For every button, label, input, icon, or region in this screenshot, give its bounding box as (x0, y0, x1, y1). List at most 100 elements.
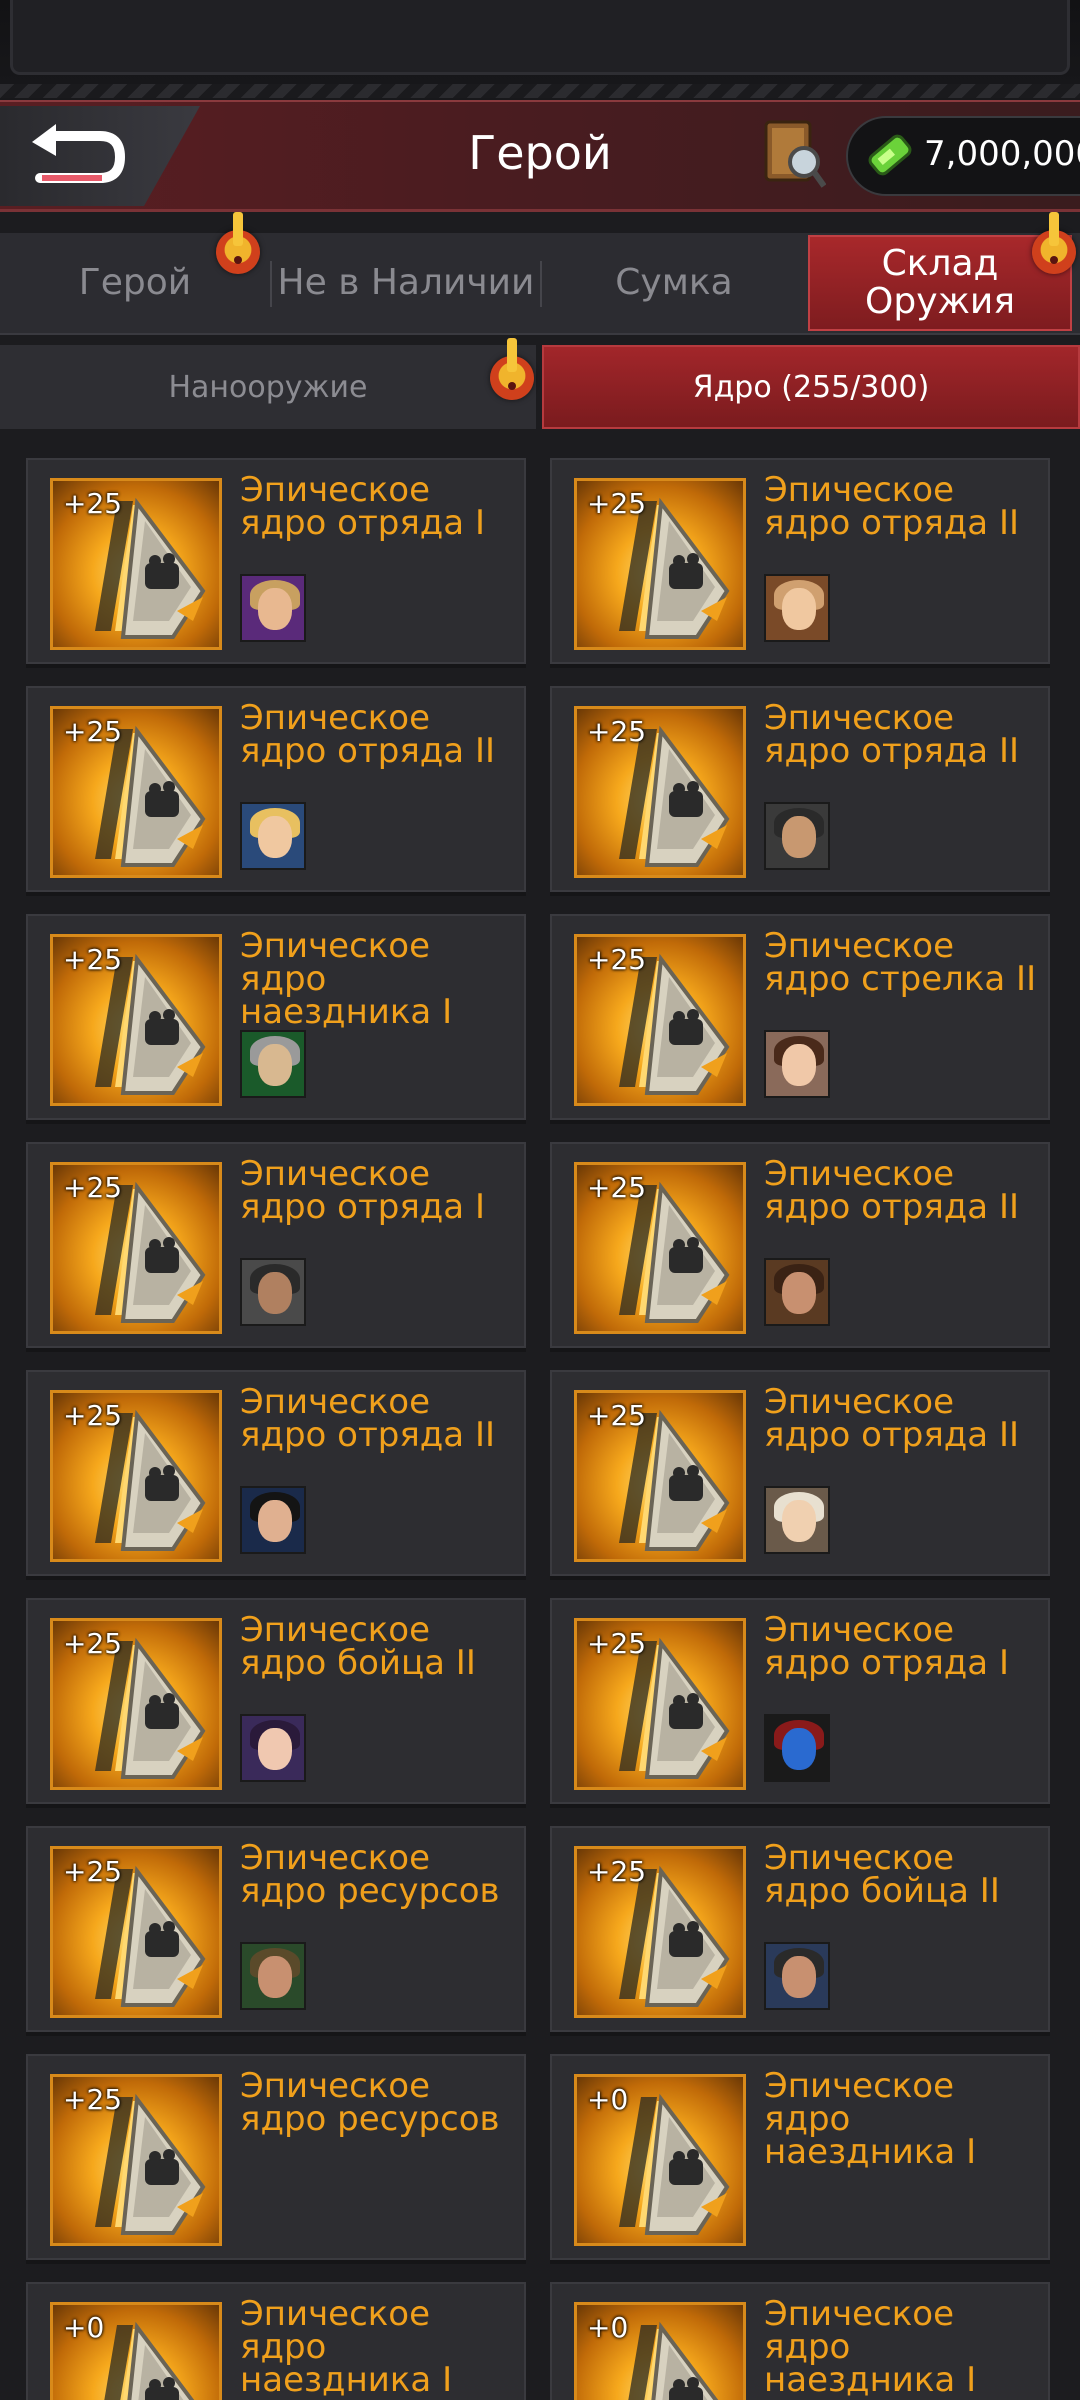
core-level: +25 (63, 1855, 123, 1888)
hero-manual-icon[interactable] (762, 118, 827, 190)
fighter-core-icon: +25 (574, 1846, 746, 2018)
subtab-core[interactable]: Ядро (255/300) (542, 345, 1080, 429)
core-card[interactable]: +0 Эпическое ядро наездника I (26, 2282, 526, 2400)
header-bar: Герой 7,000,000 (0, 100, 1080, 212)
core-level: +25 (63, 1627, 123, 1660)
core-level: +25 (63, 1399, 123, 1432)
core-card[interactable]: +25 Эпическое ядро отряда II (26, 686, 526, 892)
male-hero-avatar-sunglasses[interactable] (764, 802, 830, 870)
core-card[interactable]: +25 Эпическое ядро наездника I (26, 914, 526, 1120)
alert-icon (490, 338, 534, 400)
core-level: +0 (587, 2083, 629, 2116)
core-name: Эпическое ядро отряда II (764, 470, 1019, 543)
core-name: Эпическое ядро бойца II (764, 1838, 1000, 1911)
page-title: Герой (468, 126, 612, 180)
core-name: Эпическое ядро ресурсов (240, 2066, 500, 2139)
core-card[interactable]: +25 Эпическое ядро бойца II (550, 1826, 1050, 2032)
core-level: +25 (63, 487, 123, 520)
core-card[interactable]: +25 Эпическое ядро отряда I (26, 1142, 526, 1348)
back-button[interactable] (0, 106, 200, 206)
core-card[interactable]: +25 Эпическое ядро ресурсов (26, 1826, 526, 2032)
core-level: +25 (63, 715, 123, 748)
squad-core-icon: +25 (574, 1618, 746, 1790)
tab-not-available[interactable]: Не в Наличии (272, 233, 540, 333)
core-card[interactable]: +25 Эпическое ядро бойца II (26, 1598, 526, 1804)
female-hero-avatar-platinum[interactable] (764, 1486, 830, 1554)
core-name: Эпическое ядро отряда II (764, 1154, 1019, 1227)
alert-icon (1032, 212, 1076, 274)
core-name: Эпическое ядро отряда II (764, 698, 1019, 771)
squad-core-icon: +25 (574, 706, 746, 878)
fighter-core-icon: +25 (50, 1618, 222, 1790)
resource-core-icon: +25 (50, 2074, 222, 2246)
core-card[interactable]: +25 Эпическое ядро отряда I (26, 458, 526, 664)
core-name: Эпическое ядро отряда I (240, 1154, 485, 1227)
green-crystal-icon (858, 126, 918, 186)
core-card[interactable]: +25 Эпическое ядро отряда II (550, 1370, 1050, 1576)
female-hero-avatar-purple[interactable] (240, 574, 306, 642)
core-name: Эпическое ядро отряда I (764, 1610, 1009, 1683)
core-card[interactable]: +25 Эпическое ядро стрелка II (550, 914, 1050, 1120)
male-hero-avatar-dark-hair[interactable] (240, 1486, 306, 1554)
core-level: +25 (587, 715, 647, 748)
squad-core-icon: +25 (50, 1162, 222, 1334)
female-hero-avatar-cowboy-hat[interactable] (764, 574, 830, 642)
core-name: Эпическое ядро наездника I (240, 926, 453, 1032)
main-tabs: Герой Не в Наличии Сумка Склад Оружия (0, 233, 1080, 335)
alert-icon (216, 212, 260, 274)
core-level: +25 (63, 2083, 123, 2116)
core-name: Эпическое ядро наездника I (240, 2294, 453, 2400)
core-level: +25 (587, 943, 647, 976)
squad-core-icon: +25 (574, 478, 746, 650)
squad-core-icon: +25 (574, 1390, 746, 1562)
core-level: +25 (63, 1171, 123, 1204)
core-card[interactable]: +0 Эпическое ядро наездника I (550, 2282, 1050, 2400)
core-grid: +25 Эпическое ядро отряда I +25 Эпическое я… (0, 440, 1080, 2400)
core-level: +25 (587, 1627, 647, 1660)
core-level: +25 (587, 1855, 647, 1888)
core-card[interactable]: +0 Эпическое ядро наездника I (550, 2054, 1050, 2260)
core-level: +25 (587, 1399, 647, 1432)
male-hero-avatar-armor[interactable] (764, 1942, 830, 2010)
core-card[interactable]: +25 Эпическое ядро отряда I (550, 1598, 1050, 1804)
female-hero-avatar-blonde[interactable] (240, 802, 306, 870)
core-card[interactable]: +25 Эпическое ядро отряда II (26, 1370, 526, 1576)
male-hero-avatar-mask-green[interactable] (240, 1030, 306, 1098)
core-card[interactable]: +25 Эпическое ядро отряда II (550, 686, 1050, 892)
female-hero-avatar-purple-hair[interactable] (240, 1714, 306, 1782)
core-card[interactable]: +25 Эпическое ядро ресурсов (26, 2054, 526, 2260)
core-name: Эпическое ядро отряда II (764, 1382, 1019, 1455)
core-card[interactable]: +25 Эпическое ядро отряда II (550, 1142, 1050, 1348)
core-name: Эпическое ядро наездника I (764, 2066, 977, 2172)
core-name: Эпическое ядро отряда II (240, 1382, 495, 1455)
resource-core-icon: +25 (50, 1846, 222, 2018)
core-name: Эпическое ядро бойца II (240, 1610, 476, 1683)
male-hero-avatar-soldier[interactable] (240, 1942, 306, 2010)
back-arrow-icon (32, 124, 126, 183)
male-hero-avatar-gasmask[interactable] (240, 1258, 306, 1326)
core-card[interactable]: +25 Эпическое ядро отряда II (550, 458, 1050, 664)
hazard-stripes (0, 84, 1080, 98)
core-level: +0 (587, 2311, 629, 2344)
rider-core-icon: +25 (50, 934, 222, 1106)
core-level: +25 (63, 943, 123, 976)
top-frame (0, 0, 1080, 100)
core-name: Эпическое ядро отряда II (240, 698, 495, 771)
currency-amount: 7,000,000 (924, 134, 1080, 174)
core-level: +0 (63, 2311, 105, 2344)
tab-bag[interactable]: Сумка (542, 233, 806, 333)
core-name: Эпическое ядро отряда I (240, 470, 485, 543)
hero-avatar-blue-mask[interactable] (764, 1714, 830, 1782)
squad-core-icon: +25 (50, 1390, 222, 1562)
female-hero-avatar-brunette[interactable] (764, 1030, 830, 1098)
male-hero-avatar-cowboy[interactable] (764, 1258, 830, 1326)
core-name: Эпическое ядро наездника I (764, 2294, 977, 2400)
currency-display[interactable]: 7,000,000 (846, 116, 1080, 196)
shooter-core-icon: +25 (574, 934, 746, 1106)
squad-core-icon: +25 (574, 1162, 746, 1334)
rider-core-icon: +0 (574, 2302, 746, 2400)
top-frame-panel (10, 0, 1070, 75)
rider-core-icon: +0 (50, 2302, 222, 2400)
subtab-nanoweapon[interactable]: Нанооружие (0, 345, 536, 429)
core-name: Эпическое ядро ресурсов (240, 1838, 500, 1911)
